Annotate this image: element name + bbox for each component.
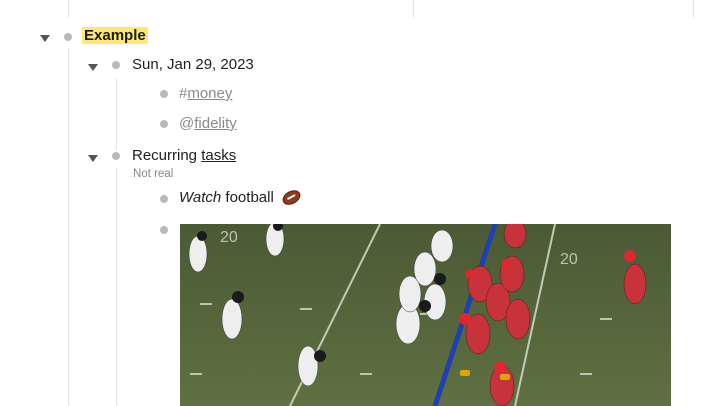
date-label[interactable]: Sun, Jan 29, 2023 [132, 55, 254, 75]
previous-block-border [68, 0, 69, 18]
bullet-icon[interactable] [160, 120, 168, 128]
watch-italic: Watch [179, 189, 222, 206]
indent-guide [116, 168, 117, 406]
recurring-label[interactable]: Recurring tasks [132, 146, 236, 166]
tasks-link[interactable]: tasks [201, 147, 236, 164]
football-text: football [225, 189, 274, 206]
collapse-toggle-icon[interactable] [88, 64, 98, 71]
previous-block-border [413, 0, 414, 18]
tag-money[interactable]: #money [179, 84, 232, 104]
mention-label[interactable]: fidelity [194, 115, 237, 132]
svg-text:20: 20 [220, 229, 238, 246]
collapse-toggle-icon[interactable] [88, 155, 98, 162]
collapse-toggle-icon[interactable] [40, 35, 50, 42]
recurring-label-prefix: Recurring [132, 147, 198, 164]
bullet-icon[interactable] [64, 33, 72, 41]
svg-text:20: 20 [560, 251, 578, 268]
watch-football-label[interactable]: Watch football [179, 186, 303, 208]
mention-fidelity[interactable]: @fidelity [179, 114, 237, 134]
tag-label[interactable]: money [187, 85, 232, 102]
node-title[interactable]: Example [82, 27, 148, 44]
bullet-icon[interactable] [160, 195, 168, 203]
football-field-drawing: 20 20 [180, 224, 671, 406]
football-icon [280, 186, 303, 208]
mention-prefix: @ [179, 115, 195, 132]
indent-guide [116, 78, 117, 150]
indent-guide [68, 48, 69, 406]
football-game-photo[interactable]: 20 20 [180, 224, 671, 406]
bullet-icon[interactable] [112, 152, 120, 160]
node-note[interactable]: Not real [133, 167, 173, 181]
previous-block-border [693, 0, 694, 18]
bullet-icon[interactable] [160, 90, 168, 98]
bullet-icon[interactable] [112, 61, 120, 69]
bullet-icon[interactable] [160, 226, 168, 234]
